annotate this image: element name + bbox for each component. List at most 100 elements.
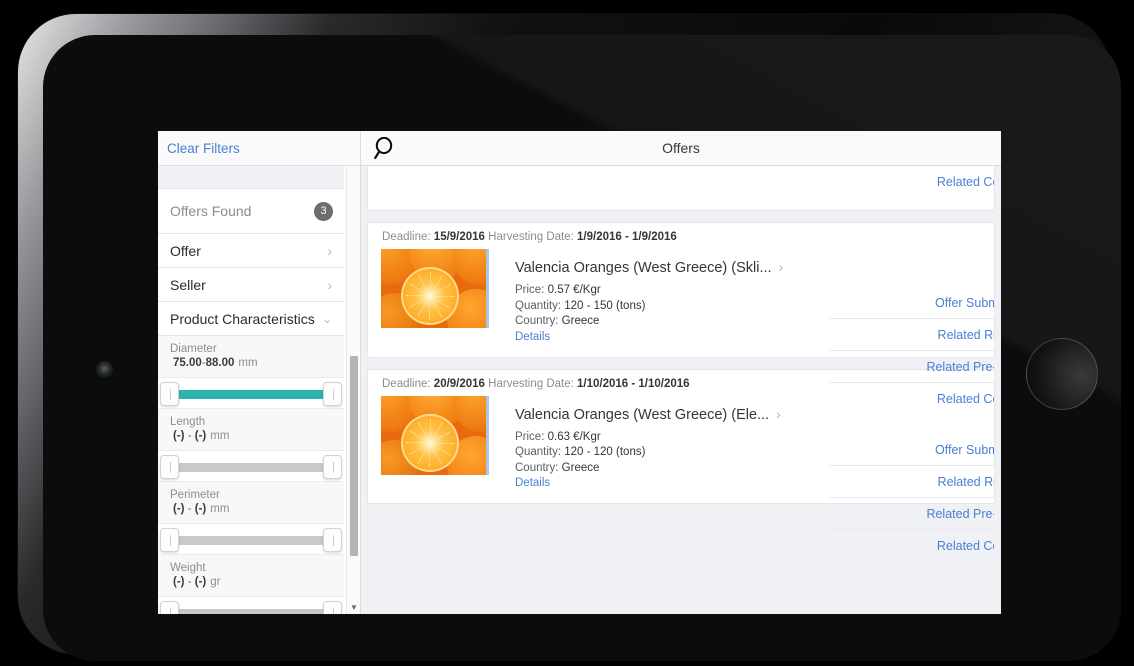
tablet-device-frame: Clear Filters ⌄ Offers Found 3 O xyxy=(18,14,1121,661)
facet-weight-slider[interactable] xyxy=(158,597,344,614)
oranges-product-image xyxy=(381,395,489,475)
search-icon[interactable] xyxy=(373,136,395,163)
facet-range-dash: - xyxy=(187,503,192,515)
harvest-value: 1/9/2016 - 1/9/2016 xyxy=(577,231,677,243)
filter-sidebar: Clear Filters ⌄ Offers Found 3 O xyxy=(158,131,361,614)
offer-dates: Deadline: 15/9/2016 Harvesting Date: 1/9… xyxy=(368,223,994,249)
facet-unit: mm xyxy=(210,503,230,515)
facet-max-value: (-) xyxy=(194,430,207,442)
facet-min-value: (-) xyxy=(173,430,185,442)
facet-label: Diameter xyxy=(170,343,217,355)
sliced-orange-icon xyxy=(401,267,459,325)
slider-handle-min[interactable] xyxy=(160,528,179,552)
sidebar-item-label: Product Characteristics xyxy=(170,310,315,327)
deadline-value: 20/9/2016 xyxy=(433,377,485,390)
filter-scroll-area[interactable]: ⌄ Offers Found 3 Offer › Seller xyxy=(158,166,360,614)
related-request-link[interactable]: Related Requ xyxy=(829,319,994,351)
chevron-right-icon: › xyxy=(776,405,781,422)
facet-length: Length (-) - (-) mm xyxy=(158,409,344,451)
slider-track-filled xyxy=(168,390,334,399)
offer-submission-link[interactable]: Offer Submiss xyxy=(829,287,994,319)
sidebar-item-offer[interactable]: Offer › xyxy=(158,234,344,268)
sidebar-item-label: Seller xyxy=(170,276,206,293)
chevron-right-icon: › xyxy=(778,259,784,275)
related-precontract-link[interactable]: Related Pre-cor xyxy=(829,498,994,530)
deadline-value: 15/9/2016 xyxy=(433,231,485,243)
offers-found-row: Offers Found 3 xyxy=(158,189,344,234)
offer-links: Related Contr xyxy=(829,166,994,198)
sidebar-item-label: Offer xyxy=(170,242,201,259)
slider-handle-max[interactable] xyxy=(323,601,342,614)
facet-max-value: (-) xyxy=(194,576,207,588)
app-header: Offers xyxy=(361,131,1001,166)
front-camera-icon xyxy=(96,361,113,378)
slider-handle-max[interactable] xyxy=(323,455,342,479)
related-request-link[interactable]: Related Requ xyxy=(829,466,994,498)
sidebar-scrollbar-thumb[interactable] xyxy=(350,356,358,556)
clear-filters-button[interactable]: Clear Filters xyxy=(167,141,240,156)
facet-label: Weight xyxy=(170,562,206,574)
slider-handle-max[interactable] xyxy=(323,528,342,552)
offer-card[interactable]: Deadline: 15/9/2016 Harvesting Date: 1/9… xyxy=(367,222,995,406)
offer-body: Valencia Oranges (West Greece) (Skli... ›… xyxy=(368,249,994,406)
related-contract-link[interactable]: Related Contr xyxy=(829,166,994,198)
offers-panel: Offers Related Contr Dead xyxy=(361,131,1001,614)
oranges-product-image xyxy=(381,249,489,328)
offer-submission-link[interactable]: Offer Submiss xyxy=(829,434,994,466)
sidebar-scrollbar[interactable]: ▼ xyxy=(346,166,360,614)
scroll-down-arrow-icon[interactable]: ▼ xyxy=(347,601,361,613)
facet-min-value: (-) xyxy=(173,576,185,588)
offer-title[interactable]: Valencia Oranges (West Greece) (Skli... › xyxy=(515,249,994,276)
chevron-right-icon: › xyxy=(327,276,332,293)
home-button[interactable] xyxy=(1026,338,1098,410)
facet-max-value: (-) xyxy=(194,503,207,515)
facet-weight: Weight (-) - (-) gr xyxy=(158,555,344,597)
offer-links: Offer Submiss Related Requ Related Pre-c… xyxy=(829,434,994,562)
sidebar-item-seller[interactable]: Seller › xyxy=(158,268,344,302)
facet-label: Perimeter xyxy=(170,489,220,501)
slider-handle-min[interactable] xyxy=(160,601,179,614)
facet-range-dash: - xyxy=(187,576,192,588)
chevron-down-icon: ⌄ xyxy=(321,311,332,326)
harvest-label: Harvesting Date: xyxy=(488,231,574,243)
sliced-orange-icon xyxy=(401,413,459,472)
facet-unit: gr xyxy=(210,576,221,588)
offer-title[interactable]: Valencia Oranges (West Greece) (Ele... › xyxy=(515,396,994,423)
clear-filters-bar: Clear Filters xyxy=(158,131,360,166)
facet-max-value: 88.00 xyxy=(205,357,235,369)
facet-perimeter-slider[interactable] xyxy=(158,524,344,555)
harvest-value: 1/10/2016 - 1/10/2016 xyxy=(577,377,690,390)
offers-found-label: Offers Found xyxy=(170,203,252,219)
facet-perimeter: Perimeter (-) - (-) mm xyxy=(158,482,344,524)
offer-actions: Related Contr xyxy=(368,166,994,210)
offer-thumbnail-wrap xyxy=(368,249,489,343)
slider-handle-min[interactable] xyxy=(160,382,179,406)
facet-unit: mm xyxy=(238,357,258,369)
slider-track xyxy=(168,536,334,545)
facet-min-value: (-) xyxy=(173,503,185,515)
deadline-label: Deadline: xyxy=(382,231,431,243)
facet-unit: mm xyxy=(210,430,230,442)
offers-list[interactable]: Related Contr Deadline: 15/9/2016 Harves… xyxy=(361,166,1001,614)
offer-card-partial[interactable]: Related Contr xyxy=(367,166,995,211)
facet-min-value: 75.00 xyxy=(173,357,202,369)
related-contract-link[interactable]: Related Contr xyxy=(829,530,994,562)
deadline-label: Deadline: xyxy=(382,377,431,390)
page-title: Offers xyxy=(662,140,700,156)
slider-track xyxy=(168,609,334,614)
offer-body: Valencia Oranges (West Greece) (Ele... › … xyxy=(368,395,994,553)
sidebar-item-product-characteristics[interactable]: Product Characteristics ⌄ xyxy=(158,302,344,336)
facet-label: Length xyxy=(170,416,206,428)
facet-diameter-slider[interactable] xyxy=(158,378,344,409)
slider-handle-min[interactable] xyxy=(160,455,179,479)
slider-handle-max[interactable] xyxy=(323,382,342,406)
harvest-label: Harvesting Date: xyxy=(488,377,574,390)
chevron-right-icon: › xyxy=(327,242,332,259)
facet-length-slider[interactable] xyxy=(158,451,344,482)
app-screen: Clear Filters ⌄ Offers Found 3 O xyxy=(158,131,1001,614)
tablet-bezel: Clear Filters ⌄ Offers Found 3 O xyxy=(43,35,1121,661)
facet-range-dash: - xyxy=(187,430,192,442)
slider-track xyxy=(168,463,334,472)
related-precontract-link[interactable]: Related Pre-cor xyxy=(829,351,994,383)
facet-diameter: Diameter 75.00-88.00 mm xyxy=(158,336,344,378)
